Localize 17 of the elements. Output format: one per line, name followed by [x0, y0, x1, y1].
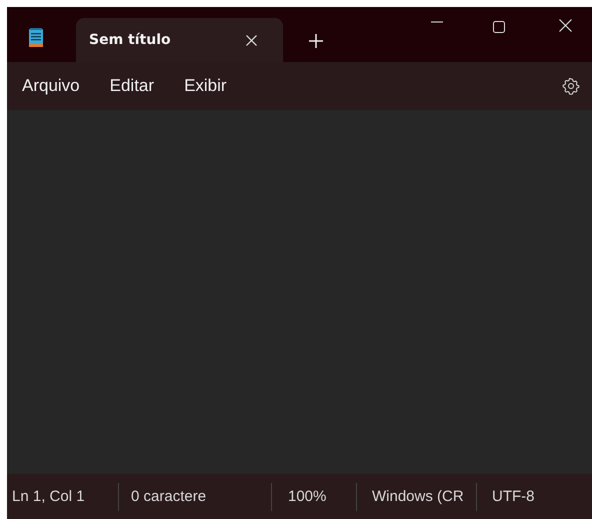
menu-item[interactable]: Arquivo	[12, 72, 90, 100]
maximize-icon[interactable]	[493, 21, 505, 33]
tab-title: Sem título	[89, 32, 172, 48]
document-tab[interactable]: Sem título	[76, 18, 283, 62]
settings-icon[interactable]	[562, 77, 580, 95]
status-item: UTF-8	[476, 482, 546, 510]
status-item: Windows (CR	[356, 482, 476, 510]
menu-item[interactable]: Exibir	[174, 72, 237, 100]
status-item: 100%	[271, 482, 356, 510]
notepad-icon	[29, 28, 43, 48]
close-icon[interactable]	[246, 34, 257, 46]
minimize-icon[interactable]	[431, 21, 443, 23]
new-tab-icon[interactable]	[309, 34, 323, 48]
menu-item[interactable]: Editar	[100, 72, 164, 100]
close-icon[interactable]	[559, 19, 572, 32]
status-item: Ln 1, Col 1	[11, 486, 86, 506]
status-item: 0 caractere	[118, 482, 271, 510]
